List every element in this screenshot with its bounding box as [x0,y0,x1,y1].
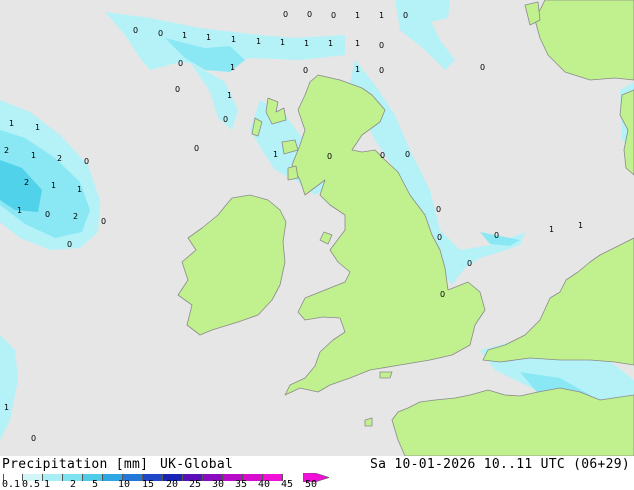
model-name: UK-Global [160,457,234,472]
precip-value: 0 [223,115,228,124]
precip-value: 1 [230,63,235,72]
precip-value: 0 [101,217,106,226]
precip-value: 1 [4,403,9,412]
precip-value: 0 [380,151,385,160]
precip-value: 1 [328,39,333,48]
precip-value: 0 [494,231,499,240]
precip-value: 0 [403,11,408,20]
precip-value: 0 [467,259,472,268]
precip-value: 0 [194,144,199,153]
precip-value: 0 [67,240,72,249]
colorbar-tick-label: 2 [70,479,77,490]
precip-value: 0 [45,210,50,219]
precip-value: 0 [331,11,336,20]
precip-value: 1 [182,31,187,40]
precip-value: 0 [436,205,441,214]
colorbar-tick-label: 0.5 [22,479,41,490]
precip-value: 1 [273,150,278,159]
precip-value: 1 [9,119,14,128]
precip-value: 0 [158,29,163,38]
precip-value: 1 [17,206,22,215]
precip-value: 0 [307,10,312,19]
colorbar-ticks: 0.1 0.5 1 2 5 10 15 20 25 30 35 40 45 50 [0,480,634,490]
colorbar-tick-label: 45 [281,479,294,490]
precip-value: 0 [31,434,36,443]
valid-time: Sa 10-01-2026 10..11 UTC (06+29) [369,457,630,472]
colorbar-tick-label: 35 [235,479,248,490]
precip-value: 0 [379,66,384,75]
product-title: Precipitation [mm] [2,457,149,472]
precip-value: 0 [440,290,445,299]
precip-value: 2 [24,178,29,187]
precip-value: 1 [355,11,360,20]
precip-value: 1 [379,11,384,20]
precip-value: 2 [73,212,78,221]
precip-value: 1 [77,185,82,194]
colorbar-tick-label: 30 [212,479,225,490]
colorbar-tick-label: 10 [118,479,131,490]
colorbar-tick-label: 25 [189,479,202,490]
precip-value: 0 [437,233,442,242]
precip-value: 0 [379,41,384,50]
colorbar-tick-label: 40 [258,479,271,490]
colorbar-tick-label: 1 [44,479,51,490]
precip-value: 0 [480,63,485,72]
colorbar-tick-label: 20 [166,479,179,490]
precip-value: 1 [578,221,583,230]
precip-value: 0 [133,26,138,35]
precip-value: 0 [405,150,410,159]
precip-value: 1 [35,123,40,132]
precipitation-map: 0 0 1 1 1 1 1 1 1 0 0 0 1 1 0 1 0 1 0 0 … [0,0,634,456]
precip-value: 1 [355,39,360,48]
colorbar-tick-label: 5 [92,479,99,490]
precip-value: 0 [327,152,332,161]
precip-value: 1 [51,181,56,190]
precip-value: 0 [175,85,180,94]
precip-value: 1 [31,151,36,160]
precip-value: 1 [227,91,232,100]
islay [287,165,299,181]
precip-value: 0 [283,10,288,19]
precip-value: 0 [178,59,183,68]
colorbar-tick-label: 50 [305,479,318,490]
precip-value: 1 [304,39,309,48]
precip-value: 0 [303,66,308,75]
precip-value: 1 [280,38,285,47]
precip-value: 0 [84,157,89,166]
colorbar-tick-label: 15 [142,479,155,490]
precip-value: 1 [256,37,261,46]
precip-value: 1 [355,65,360,74]
precip-value: 1 [206,33,211,42]
precip-value: 1 [231,35,236,44]
precip-value: 2 [57,154,62,163]
isle-of-wight [379,371,393,379]
precip-value: 1 [549,225,554,234]
precip-value: 2 [4,146,9,155]
colorbar-tick-label: 0.1 [2,479,21,490]
